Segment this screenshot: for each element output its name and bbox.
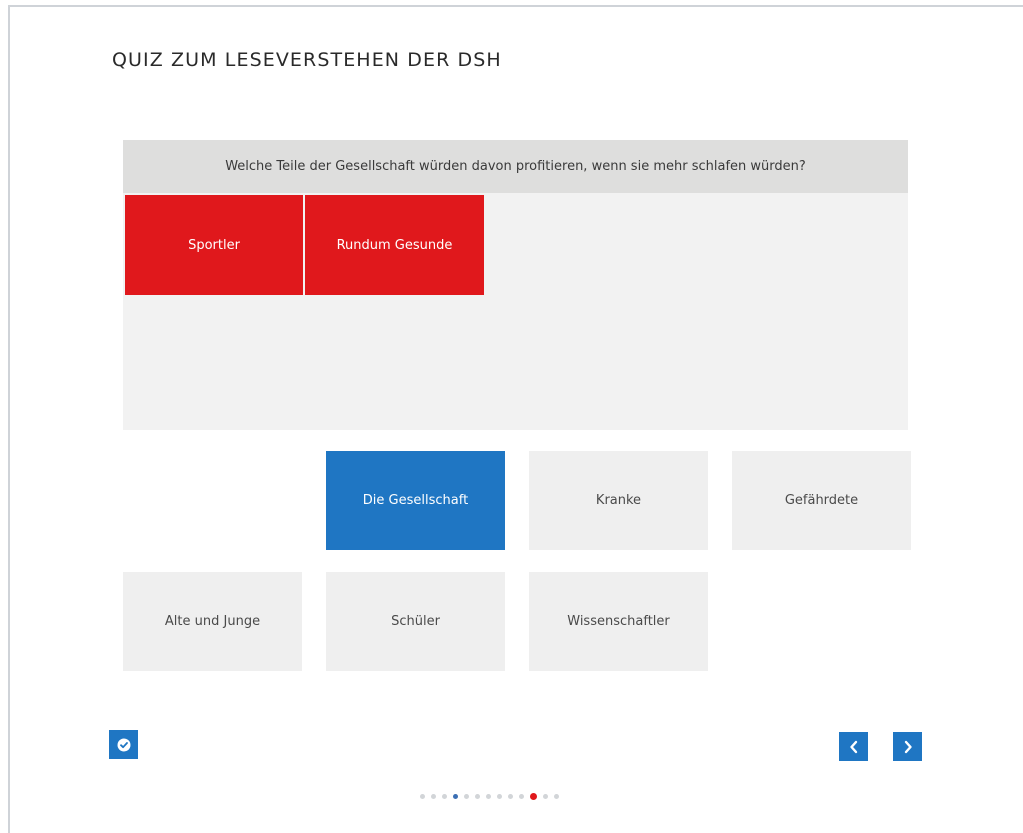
option-tile-die-gesellschaft[interactable]: Die Gesellschaft xyxy=(326,451,505,550)
pagination-dot[interactable] xyxy=(508,794,513,799)
placed-answer-tile[interactable]: Sportler xyxy=(125,195,303,295)
pagination-dot[interactable] xyxy=(464,794,469,799)
placed-answer-label: Rundum Gesunde xyxy=(336,237,453,253)
option-tile-alte-und-junge[interactable]: Alte und Junge xyxy=(123,572,302,671)
option-label: Wissenschaftler xyxy=(567,614,670,629)
placed-answer-tile[interactable]: Rundum Gesunde xyxy=(305,195,484,295)
pagination-dot[interactable] xyxy=(442,794,447,799)
pagination-dot[interactable] xyxy=(554,794,559,799)
pagination-dot[interactable] xyxy=(420,794,425,799)
pagination-dot[interactable] xyxy=(543,794,548,799)
placed-answer-label: Sportler xyxy=(188,237,240,253)
option-label: Die Gesellschaft xyxy=(362,493,469,508)
option-tile-schueler[interactable]: Schüler xyxy=(326,572,505,671)
pagination-dot[interactable] xyxy=(453,794,458,799)
pagination-dot[interactable] xyxy=(486,794,491,799)
option-label: Alte und Junge xyxy=(164,614,261,629)
chevron-left-icon xyxy=(849,740,857,753)
previous-button[interactable] xyxy=(839,732,868,761)
option-tile-gefaehrdete[interactable]: Gefährdete xyxy=(732,451,911,550)
pagination-dot[interactable] xyxy=(497,794,502,799)
option-label: Schüler xyxy=(391,614,440,629)
question-text: Welche Teile der Gesellschaft würden dav… xyxy=(225,159,806,174)
pagination-dots xyxy=(420,793,559,800)
option-label: Kranke xyxy=(595,493,642,508)
check-answer-button[interactable] xyxy=(109,730,138,759)
quiz-title: QUIZ ZUM LESEVERSTEHEN DER DSH xyxy=(112,49,502,71)
pagination-dot[interactable] xyxy=(475,794,480,799)
option-tile-wissenschaftler[interactable]: Wissenschaftler xyxy=(529,572,708,671)
check-circle-icon xyxy=(117,738,130,751)
option-label: Gefährdete xyxy=(784,493,859,508)
chevron-right-icon xyxy=(904,740,912,753)
question-bar: Welche Teile der Gesellschaft würden dav… xyxy=(123,140,908,193)
next-button[interactable] xyxy=(893,732,922,761)
pagination-dot[interactable] xyxy=(431,794,436,799)
pagination-dot[interactable] xyxy=(519,794,524,799)
option-tile-kranke[interactable]: Kranke xyxy=(529,451,708,550)
pagination-dot-current[interactable] xyxy=(530,793,537,800)
